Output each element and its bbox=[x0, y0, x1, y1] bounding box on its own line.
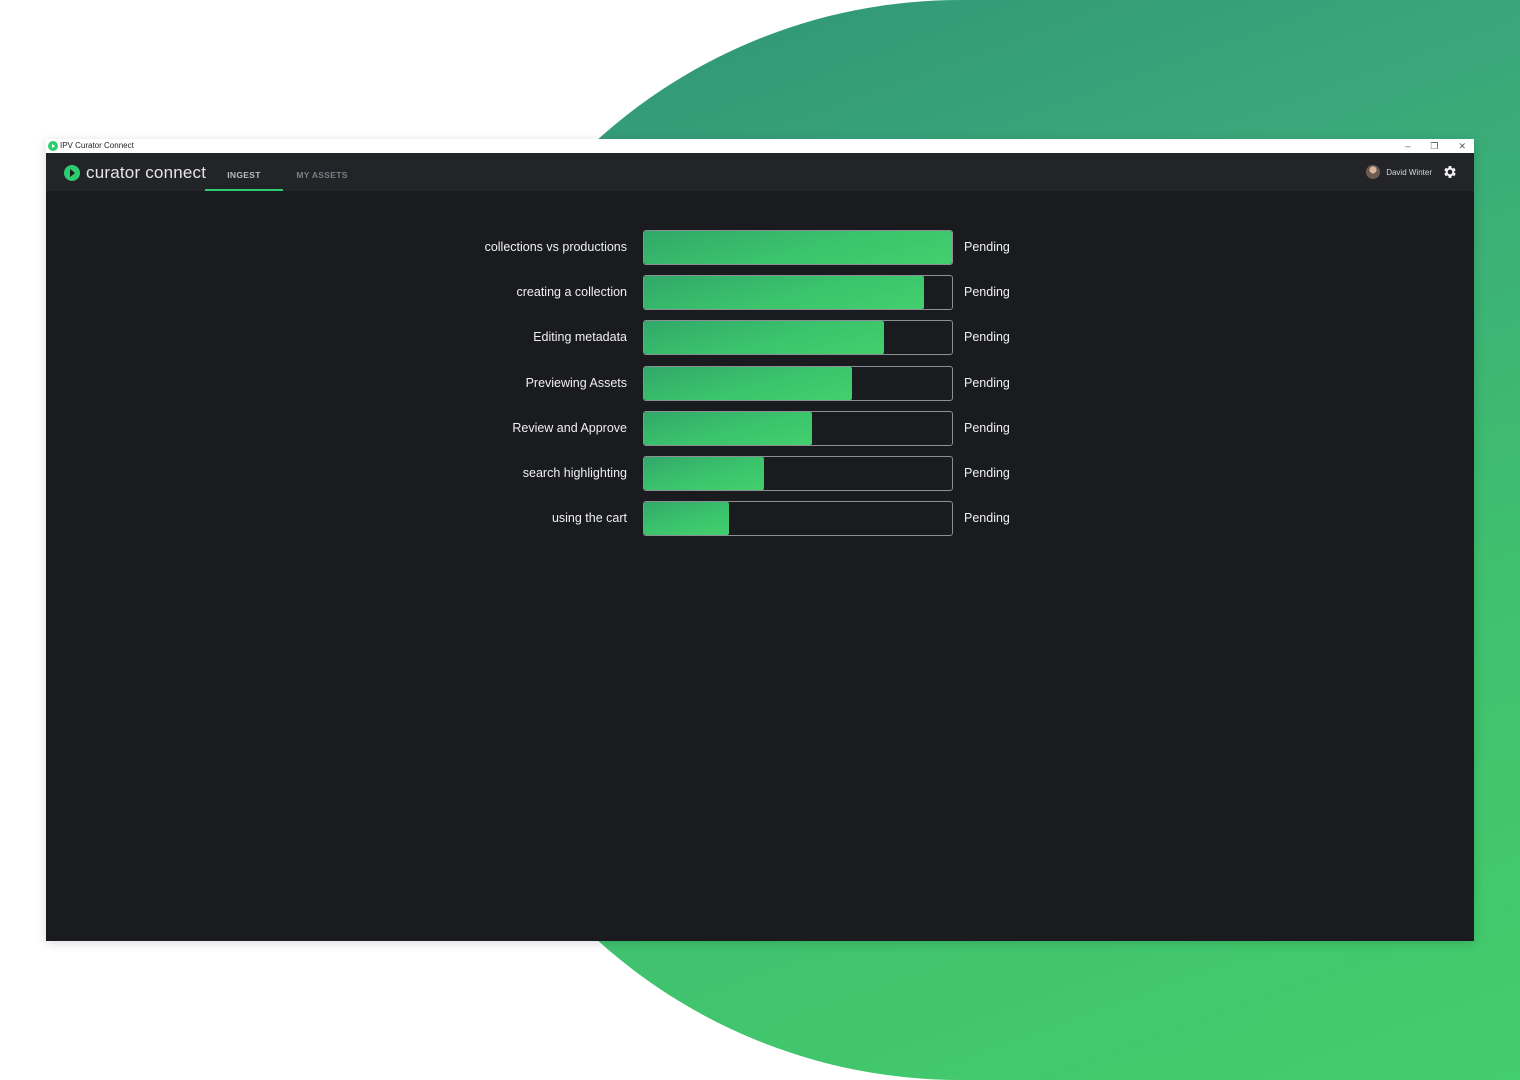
progress-bar bbox=[643, 456, 953, 491]
avatar bbox=[1366, 165, 1381, 179]
progress-bar bbox=[643, 230, 953, 265]
ingest-item-name: using the cart bbox=[551, 511, 627, 526]
close-button[interactable]: ✕ bbox=[1458, 139, 1466, 153]
ingest-status: Pending bbox=[964, 240, 1010, 254]
progress-bar-fill bbox=[644, 366, 852, 400]
progress-bar bbox=[643, 365, 953, 401]
ingest-row: Previewing Assets Pending bbox=[46, 365, 1474, 401]
ingest-item-name: Editing metadata bbox=[533, 330, 627, 345]
progress-bar-fill bbox=[644, 276, 925, 310]
ingest-status: Pending bbox=[964, 420, 1010, 435]
gear-icon[interactable] bbox=[1442, 164, 1458, 180]
ingest-item-name: creating a collection bbox=[516, 285, 627, 300]
window-titlebar[interactable]: IPV Curator Connect – ❐ ✕ bbox=[46, 139, 1474, 153]
progress-bar bbox=[643, 501, 953, 537]
ingest-status: Pending bbox=[964, 285, 1010, 300]
ingest-status: Pending bbox=[964, 375, 1010, 390]
progress-bar bbox=[643, 275, 953, 311]
app-window: IPV Curator Connect – ❐ ✕ curator connec… bbox=[46, 139, 1474, 941]
progress-bar bbox=[643, 410, 953, 446]
ingest-row: using the cart Pending bbox=[46, 501, 1474, 537]
ingest-row: search highlighting Pending bbox=[46, 456, 1474, 491]
ingest-row: creating a collection Pending bbox=[46, 275, 1474, 311]
ingest-item-name: collections vs productions bbox=[484, 240, 627, 254]
progress-bar bbox=[643, 320, 953, 356]
window-title: IPV Curator Connect bbox=[60, 141, 134, 150]
minimize-button[interactable]: – bbox=[1405, 139, 1410, 153]
progress-bar-fill bbox=[644, 231, 952, 264]
ingest-item-name: search highlighting bbox=[522, 466, 627, 480]
progress-bar-fill bbox=[644, 411, 812, 445]
tab-ingest[interactable]: INGEST bbox=[205, 153, 283, 191]
ingest-status: Pending bbox=[964, 466, 1010, 480]
restore-button[interactable]: ❐ bbox=[1430, 139, 1438, 153]
progress-bar-fill bbox=[644, 457, 765, 490]
ingest-status: Pending bbox=[964, 330, 1010, 345]
logo-text: curator connect bbox=[86, 163, 207, 182]
progress-bar-fill bbox=[644, 321, 885, 355]
user-menu[interactable]: David Winter bbox=[1366, 165, 1432, 179]
play-logo-icon bbox=[64, 165, 80, 181]
user-name: David Winter bbox=[1386, 167, 1432, 177]
ingest-row: Review and Approve Pending bbox=[46, 410, 1474, 446]
app-header: curator connect INGEST MY ASSETS David W… bbox=[46, 153, 1474, 191]
progress-bar-fill bbox=[644, 502, 729, 536]
ingest-item-name: Review and Approve bbox=[512, 420, 627, 435]
tab-my-assets[interactable]: MY ASSETS bbox=[287, 153, 357, 191]
ingest-row: collections vs productions Pending bbox=[46, 230, 1474, 265]
ingest-item-name: Previewing Assets bbox=[525, 375, 627, 390]
app-icon bbox=[48, 141, 58, 151]
ingest-status: Pending bbox=[964, 511, 1010, 526]
logo[interactable]: curator connect bbox=[64, 163, 206, 183]
window-controls: – ❐ ✕ bbox=[1405, 139, 1466, 153]
ingest-row: Editing metadata Pending bbox=[46, 320, 1474, 356]
